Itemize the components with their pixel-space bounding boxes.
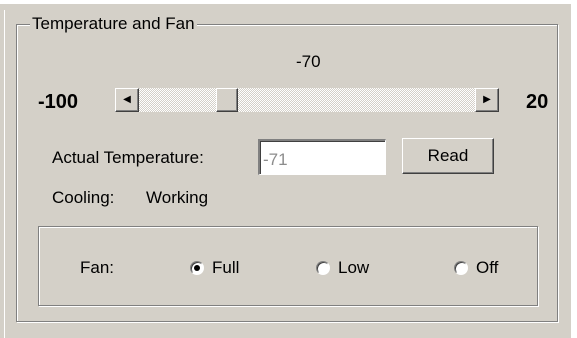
arrow-right-icon: ▶ <box>483 94 491 105</box>
scroll-thumb[interactable] <box>216 88 238 112</box>
arrow-left-icon: ◀ <box>123 94 131 105</box>
outer-frame-line <box>4 10 5 338</box>
fan-option-full-label[interactable]: Full <box>212 258 239 278</box>
radio-unchecked-icon[interactable] <box>454 261 468 275</box>
slider-min-label: -100 <box>38 91 79 113</box>
read-button[interactable]: Read <box>402 138 494 174</box>
slider-value-label: -70 <box>296 52 321 71</box>
radio-unchecked-icon[interactable] <box>316 261 330 275</box>
groupbox-title: Temperature and Fan <box>30 13 197 35</box>
fan-label: Fan: <box>80 258 115 277</box>
radio-checked-icon[interactable] <box>190 261 204 275</box>
fan-radio-off[interactable]: Off <box>454 258 498 278</box>
temperature-scrollbar[interactable]: ◀ ▶ <box>115 88 499 112</box>
cooling-label: Cooling: <box>52 188 115 207</box>
fan-radio-low[interactable]: Low <box>316 258 369 278</box>
right-edge <box>571 0 577 338</box>
fan-option-off-label[interactable]: Off <box>476 258 498 278</box>
actual-temperature-field[interactable] <box>258 139 386 175</box>
dialog-panel: Temperature and Fan -70 -100 20 ◀ ▶ Actu… <box>0 0 577 338</box>
scroll-right-button[interactable]: ▶ <box>475 88 499 112</box>
fan-radio-full[interactable]: Full <box>190 258 239 278</box>
cooling-status: Working <box>146 188 209 207</box>
scroll-left-button[interactable]: ◀ <box>115 88 139 112</box>
fan-option-low-label[interactable]: Low <box>338 258 369 278</box>
slider-max-label: 20 <box>526 91 549 113</box>
actual-temperature-label: Actual Temperature: <box>52 148 204 167</box>
top-edge <box>0 0 577 4</box>
